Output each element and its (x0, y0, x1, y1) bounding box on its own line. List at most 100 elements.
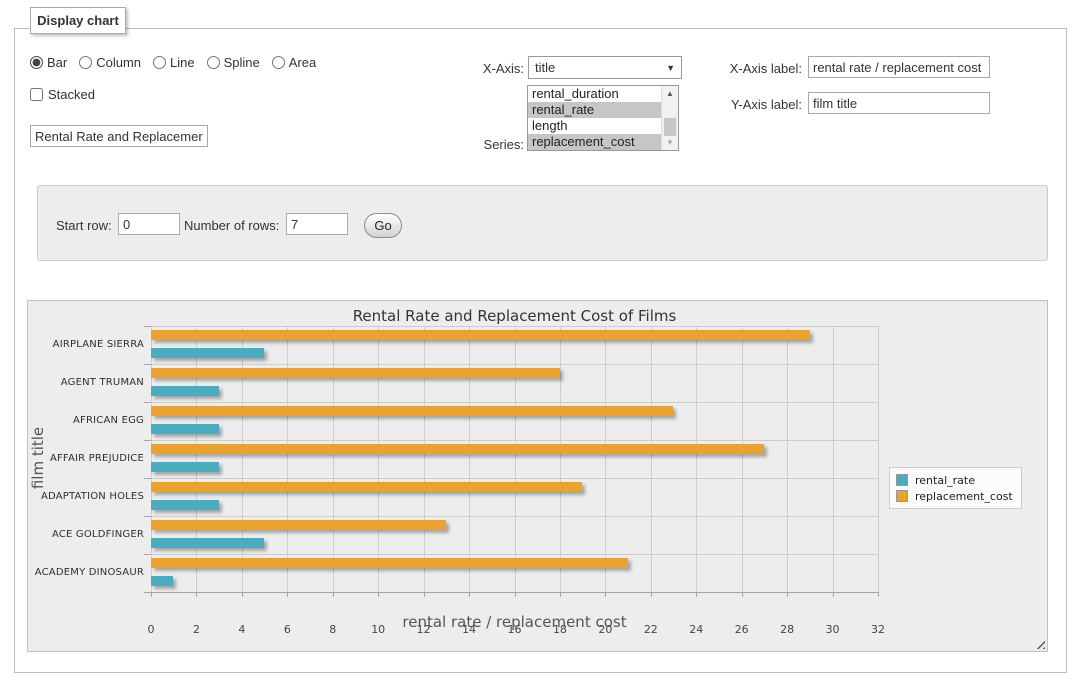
series-options: rental_durationrental_ratelengthreplacem… (528, 86, 661, 150)
gridline (833, 326, 834, 592)
chart-type-option-area[interactable]: Area (272, 55, 316, 70)
start-row-input[interactable] (118, 213, 180, 235)
bar-replacement_cost (151, 558, 628, 568)
gridline (515, 326, 516, 592)
y-tick (144, 516, 151, 517)
bar-rental_rate (151, 462, 219, 472)
bar-rental_rate (151, 538, 264, 548)
y-axis-label-input[interactable] (808, 92, 990, 114)
series-option-rental_rate[interactable]: rental_rate (528, 102, 661, 118)
bar-rental_rate (151, 500, 219, 510)
gridline (469, 326, 470, 592)
gridline (651, 326, 652, 592)
x-axis-select[interactable]: title ▼ (528, 56, 682, 79)
gridline (151, 326, 878, 327)
number-of-rows-input[interactable] (286, 213, 348, 235)
chart-legend: rental_rate replacement_cost (889, 467, 1022, 509)
stacked-checkbox[interactable] (30, 88, 43, 101)
legend-label: rental_rate (915, 474, 975, 487)
y-axis-title: film title (29, 388, 47, 528)
x-axis-line (151, 592, 878, 593)
y-tick (144, 402, 151, 403)
y-axis-label-caption: Y-Axis label: (705, 97, 802, 112)
series-list-label: Series: (440, 137, 524, 152)
bar-replacement_cost (151, 330, 810, 340)
chart-type-radio-column[interactable] (79, 56, 92, 69)
chart-type-option-bar[interactable]: Bar (30, 55, 67, 70)
chart-type-radio-line[interactable] (153, 56, 166, 69)
x-axis-label-caption: X-Axis label: (705, 61, 802, 76)
scrollbar-thumb[interactable] (664, 118, 676, 136)
chart-type-option-spline[interactable]: Spline (207, 55, 260, 70)
y-tick (144, 326, 151, 327)
gridline (151, 440, 878, 441)
y-tick (144, 592, 151, 593)
x-axis-select-label: X-Axis: (440, 61, 524, 76)
bar-replacement_cost (151, 520, 446, 530)
legend-swatch (896, 490, 908, 502)
panel-title: Display chart (30, 7, 126, 34)
bar-rental_rate (151, 424, 219, 434)
go-button[interactable]: Go (364, 213, 402, 238)
gridline (560, 326, 561, 592)
dropdown-arrow-icon: ▼ (666, 63, 675, 73)
chart-type-radio-bar[interactable] (30, 56, 43, 69)
scroll-down-icon[interactable]: ▼ (662, 135, 678, 150)
gridline (196, 326, 197, 592)
gridline (151, 402, 878, 403)
gridline (151, 516, 878, 517)
chart-type-label: Bar (47, 55, 67, 70)
chart-type-radio-area[interactable] (272, 56, 285, 69)
series-option-rental_duration[interactable]: rental_duration (528, 86, 661, 102)
bar-replacement_cost (151, 406, 673, 416)
legend-label: replacement_cost (915, 490, 1013, 503)
y-tick (144, 440, 151, 441)
x-axis-title: rental rate / replacement cost (151, 613, 878, 631)
bar-rental_rate (151, 576, 173, 586)
gridline (151, 326, 152, 592)
chart-title-input[interactable] (30, 125, 208, 147)
legend-item-rental_rate: rental_rate (896, 472, 1013, 488)
gridline (424, 326, 425, 592)
series-option-length[interactable]: length (528, 118, 661, 134)
category-label: ACADEMY DINOSAUR (24, 567, 144, 578)
chart-type-radio-spline[interactable] (207, 56, 220, 69)
gridline (605, 326, 606, 592)
bar-replacement_cost (151, 444, 764, 454)
category-label: AIRPLANE SIERRA (24, 339, 144, 350)
y-tick (144, 554, 151, 555)
chart-type-option-column[interactable]: Column (79, 55, 141, 70)
x-tick (878, 592, 879, 597)
chart-type-label: Spline (224, 55, 260, 70)
category-label: ACE GOLDFINGER (24, 529, 144, 540)
gridline (151, 478, 878, 479)
chart-plot-area: 02468101214161820222426283032AIRPLANE SI… (151, 326, 878, 592)
series-scrollbar[interactable]: ▲ ▼ (661, 86, 678, 150)
chart-type-label: Area (289, 55, 316, 70)
stacked-checkbox-row: Stacked (30, 87, 95, 102)
gridline (333, 326, 334, 592)
chart-title: Rental Rate and Replacement Cost of Film… (151, 307, 878, 325)
legend-item-replacement_cost: replacement_cost (896, 488, 1013, 504)
gridline (378, 326, 379, 592)
gridline (242, 326, 243, 592)
series-option-replacement_cost[interactable]: replacement_cost (528, 134, 661, 150)
bar-rental_rate (151, 386, 219, 396)
gridline (287, 326, 288, 592)
page: Display chart Bar Column Line Spline Area St… (0, 0, 1081, 681)
row-controls-box: Start row: Number of rows: Go (37, 185, 1048, 261)
gridline (151, 364, 878, 365)
chart-container: Rental Rate and Replacement Cost of Film… (27, 300, 1048, 652)
bar-replacement_cost (151, 368, 560, 378)
start-row-label: Start row: (56, 218, 112, 233)
x-axis-label-input[interactable] (808, 56, 990, 78)
y-tick (144, 364, 151, 365)
gridline (151, 554, 878, 555)
scroll-up-icon[interactable]: ▲ (662, 86, 678, 101)
chart-type-label: Column (96, 55, 141, 70)
gridline (742, 326, 743, 592)
series-listbox[interactable]: rental_durationrental_ratelengthreplacem… (527, 85, 679, 151)
resize-handle-icon[interactable] (1034, 638, 1045, 649)
chart-type-option-line[interactable]: Line (153, 55, 195, 70)
y-tick (144, 478, 151, 479)
